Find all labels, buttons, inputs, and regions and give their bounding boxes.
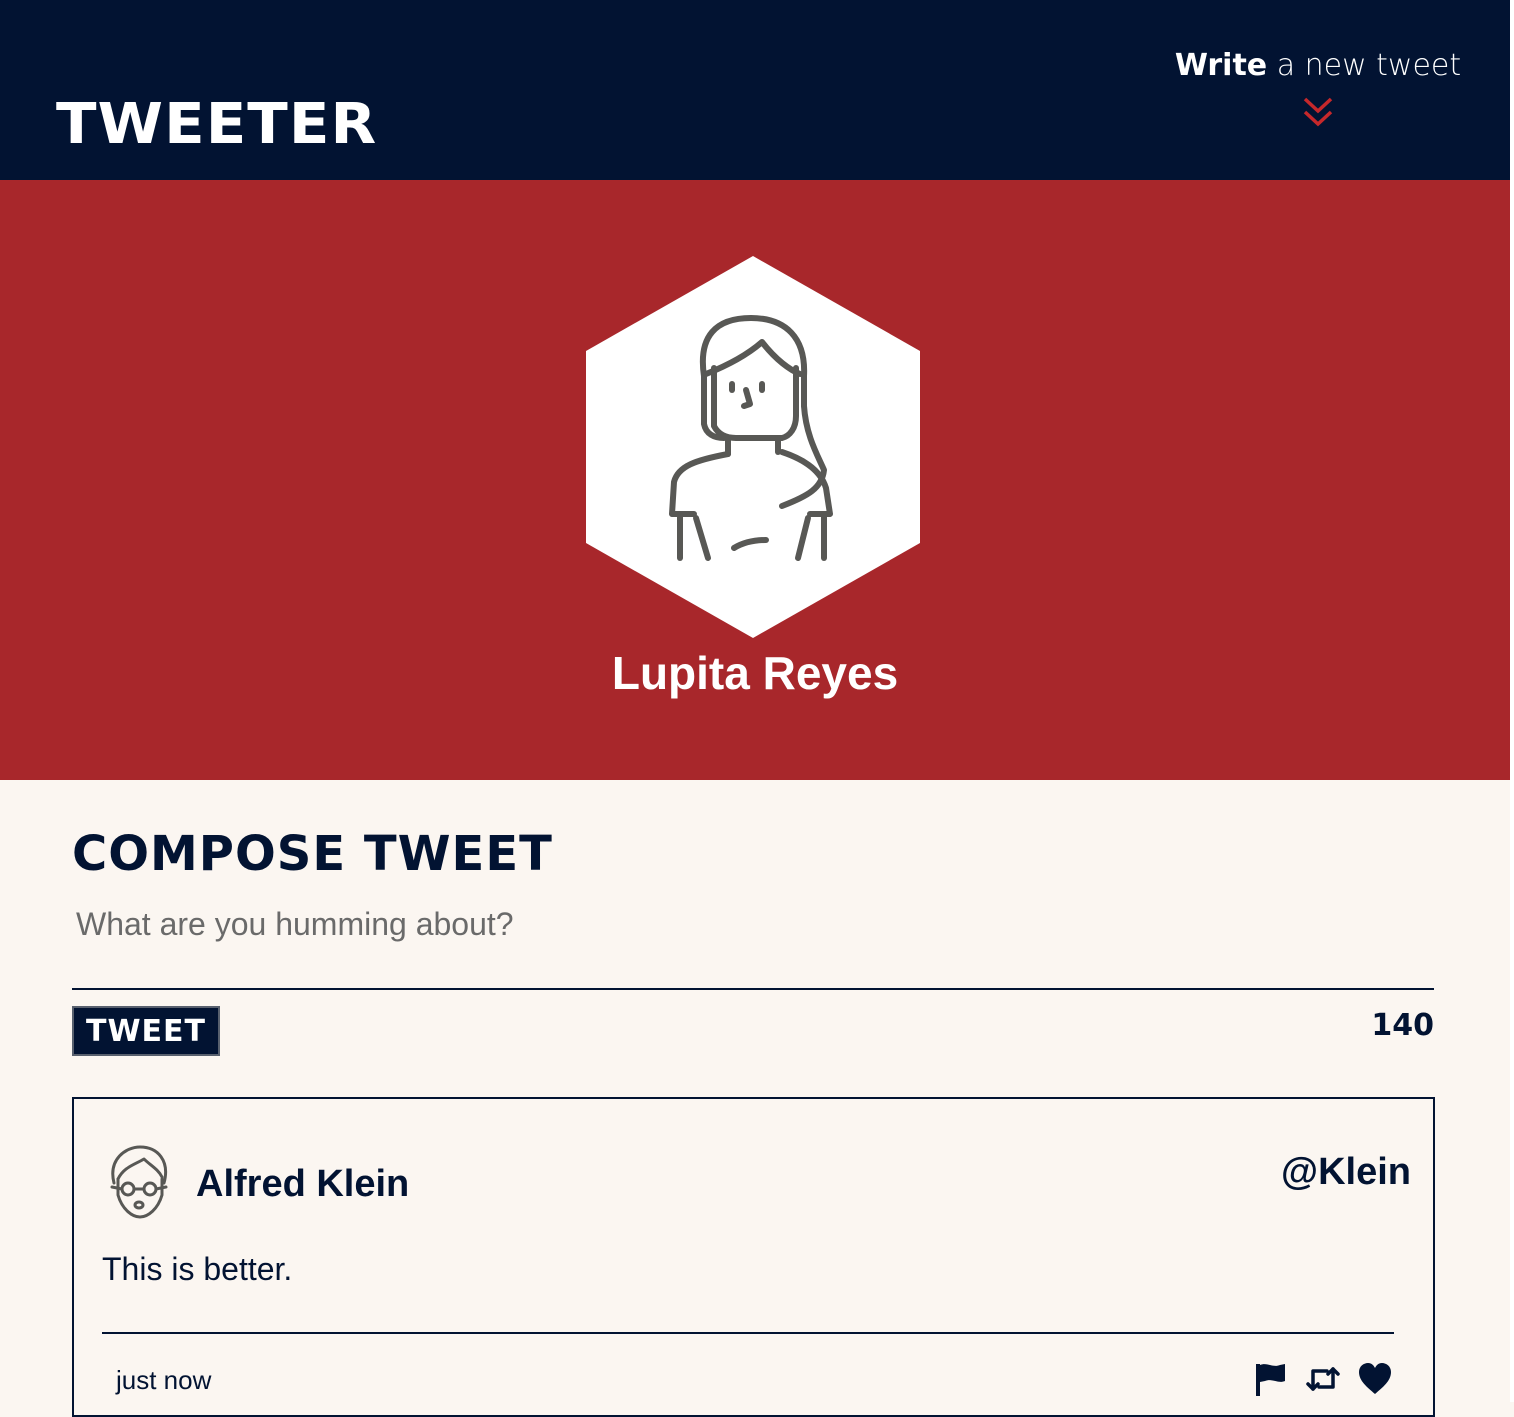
- profile-banner: Lupita Reyes: [0, 180, 1510, 780]
- tweet-author-handle: @Klein: [1281, 1151, 1411, 1193]
- brand-logo[interactable]: TWEETER: [56, 92, 377, 157]
- profile-name: Lupita Reyes: [611, 647, 899, 699]
- profile-avatar: [586, 256, 920, 638]
- tweet-body: This is better.: [102, 1251, 293, 1287]
- compose-tweet-input[interactable]: [72, 898, 1434, 990]
- man-with-glasses-avatar-icon: [110, 1145, 168, 1219]
- tweet-divider: [102, 1332, 1394, 1334]
- write-new-tweet-toggle[interactable]: Write a new tweet: [1170, 48, 1466, 138]
- write-label-strong: Write: [1174, 48, 1268, 83]
- tweet-author-name: Alfred Klein: [196, 1163, 410, 1205]
- flag-icon[interactable]: [1253, 1361, 1289, 1397]
- compose-tweet-title: COMPOSE TWEET: [72, 826, 553, 882]
- viewport-edge: [1510, 0, 1514, 1402]
- tweet-actions: [1253, 1361, 1393, 1397]
- character-counter: 140: [1371, 1008, 1434, 1043]
- top-navbar: TWEETER Write a new tweet: [0, 0, 1510, 180]
- heart-icon[interactable]: [1357, 1361, 1393, 1397]
- retweet-icon[interactable]: [1305, 1361, 1341, 1397]
- tweet-timestamp: just now: [116, 1365, 212, 1395]
- write-label-rest: a new tweet: [1267, 48, 1462, 83]
- tweet-card: Alfred Klein @Klein This is better. just…: [72, 1097, 1435, 1417]
- double-chevron-down-icon[interactable]: [1301, 96, 1335, 128]
- tweet-submit-button[interactable]: TWEET: [72, 1006, 220, 1056]
